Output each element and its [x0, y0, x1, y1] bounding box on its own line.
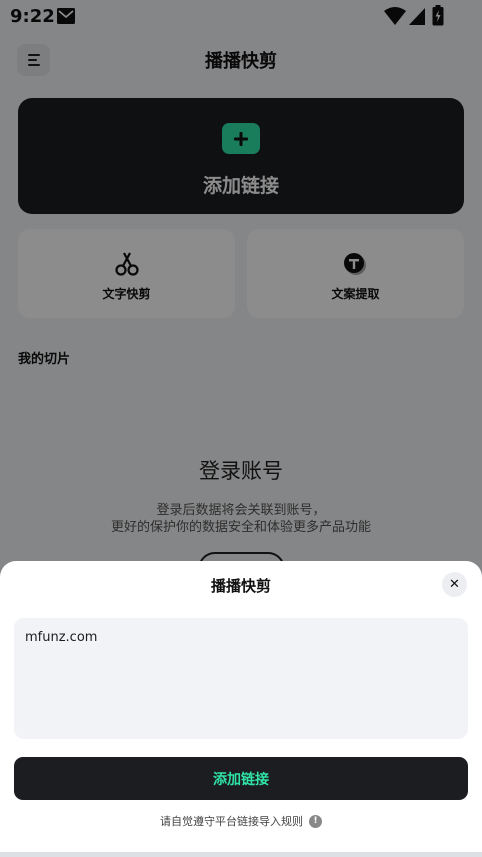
- close-icon: ✕: [449, 577, 460, 592]
- info-icon[interactable]: !: [309, 814, 322, 828]
- rules-note[interactable]: 请自觉遵守平台链接导入规则 !: [0, 813, 482, 829]
- rules-note-text: 请自觉遵守平台链接导入规则: [160, 815, 303, 828]
- link-input[interactable]: mfunz.com: [14, 618, 468, 739]
- navigation-bar: [0, 852, 482, 857]
- sheet-title: 播播快剪: [210, 577, 271, 595]
- close-button[interactable]: ✕: [442, 572, 467, 597]
- add-link-button[interactable]: 添加链接: [14, 757, 468, 800]
